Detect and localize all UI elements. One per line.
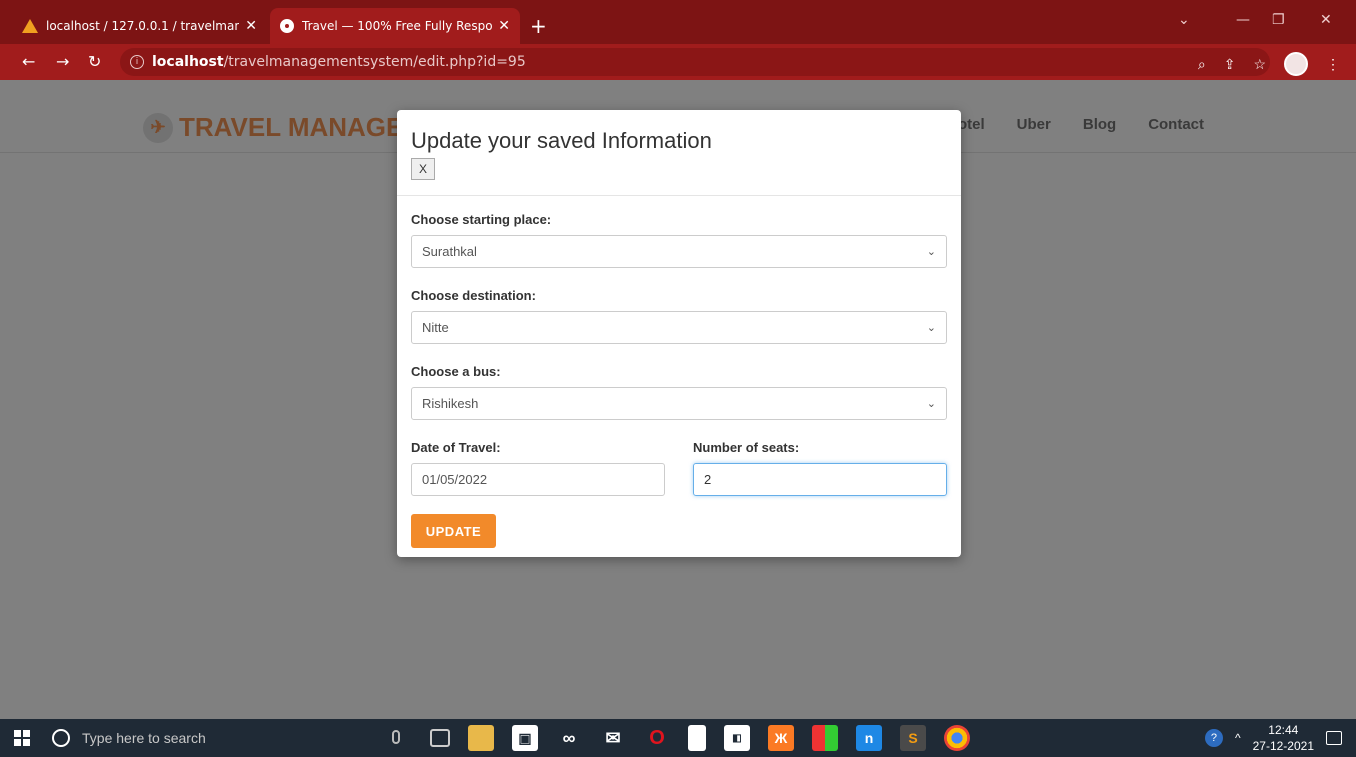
nav-uber[interactable]: Uber [1017,116,1051,133]
update-button[interactable]: UPDATE [411,514,496,548]
chrome-icon[interactable] [944,725,970,751]
browser-tab-bar: localhost / 127.0.0.1 / travelmana ✕ Tra… [0,0,1356,44]
modal-header: Update your saved Information X [397,110,961,196]
tab-title: localhost / 127.0.0.1 / travelmana [46,19,240,33]
url-path: /travelmanagementsystem/edit.php?id=95 [223,54,526,70]
starting-place-value: Surathkal [422,244,477,259]
windows-taskbar: Type here to search ▣ ∞ ✉ O ◧ Ж n S ? ^ … [0,719,1356,757]
address-bar: ← → ↻ i localhost /travelmanagementsyste… [0,44,1356,80]
color-app-icon[interactable] [812,725,838,751]
bus-label: Choose a bus: [411,364,501,379]
tray-expand-icon[interactable]: ^ [1235,731,1241,745]
office-icon[interactable]: ◧ [724,725,750,751]
taskbar-apps: ▣ ∞ ✉ O ◧ Ж n S [430,725,970,751]
clock[interactable]: 12:44 27-12-2021 [1253,722,1314,754]
menu-icon[interactable]: ⋮ [1326,56,1340,73]
restore-icon[interactable]: ❐ [1272,12,1285,28]
infinity-app-icon[interactable]: ∞ [556,725,582,751]
destination-value: Nitte [422,320,449,335]
globe-icon [280,19,294,33]
bus-select[interactable]: Rishikesh ⌄ [411,387,947,420]
cortana-icon [52,729,70,747]
help-icon[interactable]: ? [1204,729,1223,747]
modal-close-button[interactable]: X [411,158,435,180]
modal-body: Choose starting place: Surathkal ⌄ Choos… [397,196,961,564]
tab-close-icon[interactable]: ✕ [245,18,257,34]
n-app-icon[interactable]: n [856,725,882,751]
date-label: Date of Travel: [411,440,501,455]
tab-title: Travel — 100% Free Fully Respon [302,19,493,33]
notification-icon[interactable] [1326,731,1342,745]
search-placeholder: Type here to search [82,730,206,746]
url-field[interactable]: i localhost /travelmanagementsystem/edit… [120,48,1270,76]
profile-avatar[interactable] [1284,52,1308,76]
windows-start-icon[interactable] [14,730,30,746]
clock-time: 12:44 [1268,723,1299,737]
modal-title: Update your saved Information [411,128,712,153]
reload-icon[interactable]: ↻ [88,52,101,71]
starting-place-select[interactable]: Surathkal ⌄ [411,235,947,268]
file-explorer-icon[interactable] [468,725,494,751]
minimize-icon[interactable]: — [1236,12,1250,28]
system-tray: ? ^ 12:44 27-12-2021 [1204,719,1342,757]
destination-label: Choose destination: [411,288,536,303]
store-icon[interactable]: ▣ [512,725,538,751]
chevron-down-icon: ⌄ [926,246,936,258]
taskbar-search[interactable]: Type here to search [48,719,373,757]
chevron-down-icon: ⌄ [926,322,936,334]
url-host: localhost [152,54,224,70]
share-icon[interactable]: ⇪ [1224,56,1236,73]
tab-close-icon[interactable]: ✕ [498,18,510,34]
nav-hotel[interactable]: otel [958,116,985,133]
chevron-down-icon: ⌄ [926,398,936,410]
site-nav: otel Uber Blog Contact [958,116,1204,133]
forward-icon[interactable]: → [56,52,69,71]
task-view-icon[interactable] [430,729,450,747]
destination-select[interactable]: Nitte ⌄ [411,311,947,344]
number-of-seats-input[interactable]: 2 [693,463,947,496]
mail-icon[interactable]: ✉ [600,725,626,751]
notepad-icon[interactable] [688,725,706,751]
new-tab-button[interactable]: + [530,14,547,38]
bus-value: Rishikesh [422,396,479,411]
info-icon[interactable]: i [130,55,144,69]
back-icon[interactable]: ← [22,52,35,71]
opera-icon[interactable]: O [644,725,670,751]
site-brand[interactable]: ✈ TRAVEL MANAGE [143,112,403,143]
plane-icon: ✈ [143,112,173,143]
nav-blog[interactable]: Blog [1083,116,1116,133]
tab-search-icon[interactable]: ⌄ [1178,12,1190,28]
microphone-icon[interactable] [392,730,400,744]
update-modal: Update your saved Information X Choose s… [397,110,961,557]
bookmark-star-icon[interactable]: ☆ [1253,56,1266,73]
zoom-icon[interactable]: ⌕ [1198,56,1206,73]
date-of-travel-input[interactable]: 01/05/2022 [411,463,665,496]
phpmyadmin-icon [22,19,38,33]
tab-phpmyadmin[interactable]: localhost / 127.0.0.1 / travelmana ✕ [12,8,267,44]
starting-place-label: Choose starting place: [411,212,552,227]
sublime-icon[interactable]: S [900,725,926,751]
window-close-icon[interactable]: ✕ [1320,12,1332,28]
seats-label: Number of seats: [693,440,800,455]
clock-date: 27-12-2021 [1252,739,1314,753]
brand-text: TRAVEL MANAGE [179,112,404,142]
xampp-icon[interactable]: Ж [768,725,794,751]
nav-contact[interactable]: Contact [1148,116,1204,133]
tab-travel[interactable]: Travel — 100% Free Fully Respon ✕ [270,8,520,44]
